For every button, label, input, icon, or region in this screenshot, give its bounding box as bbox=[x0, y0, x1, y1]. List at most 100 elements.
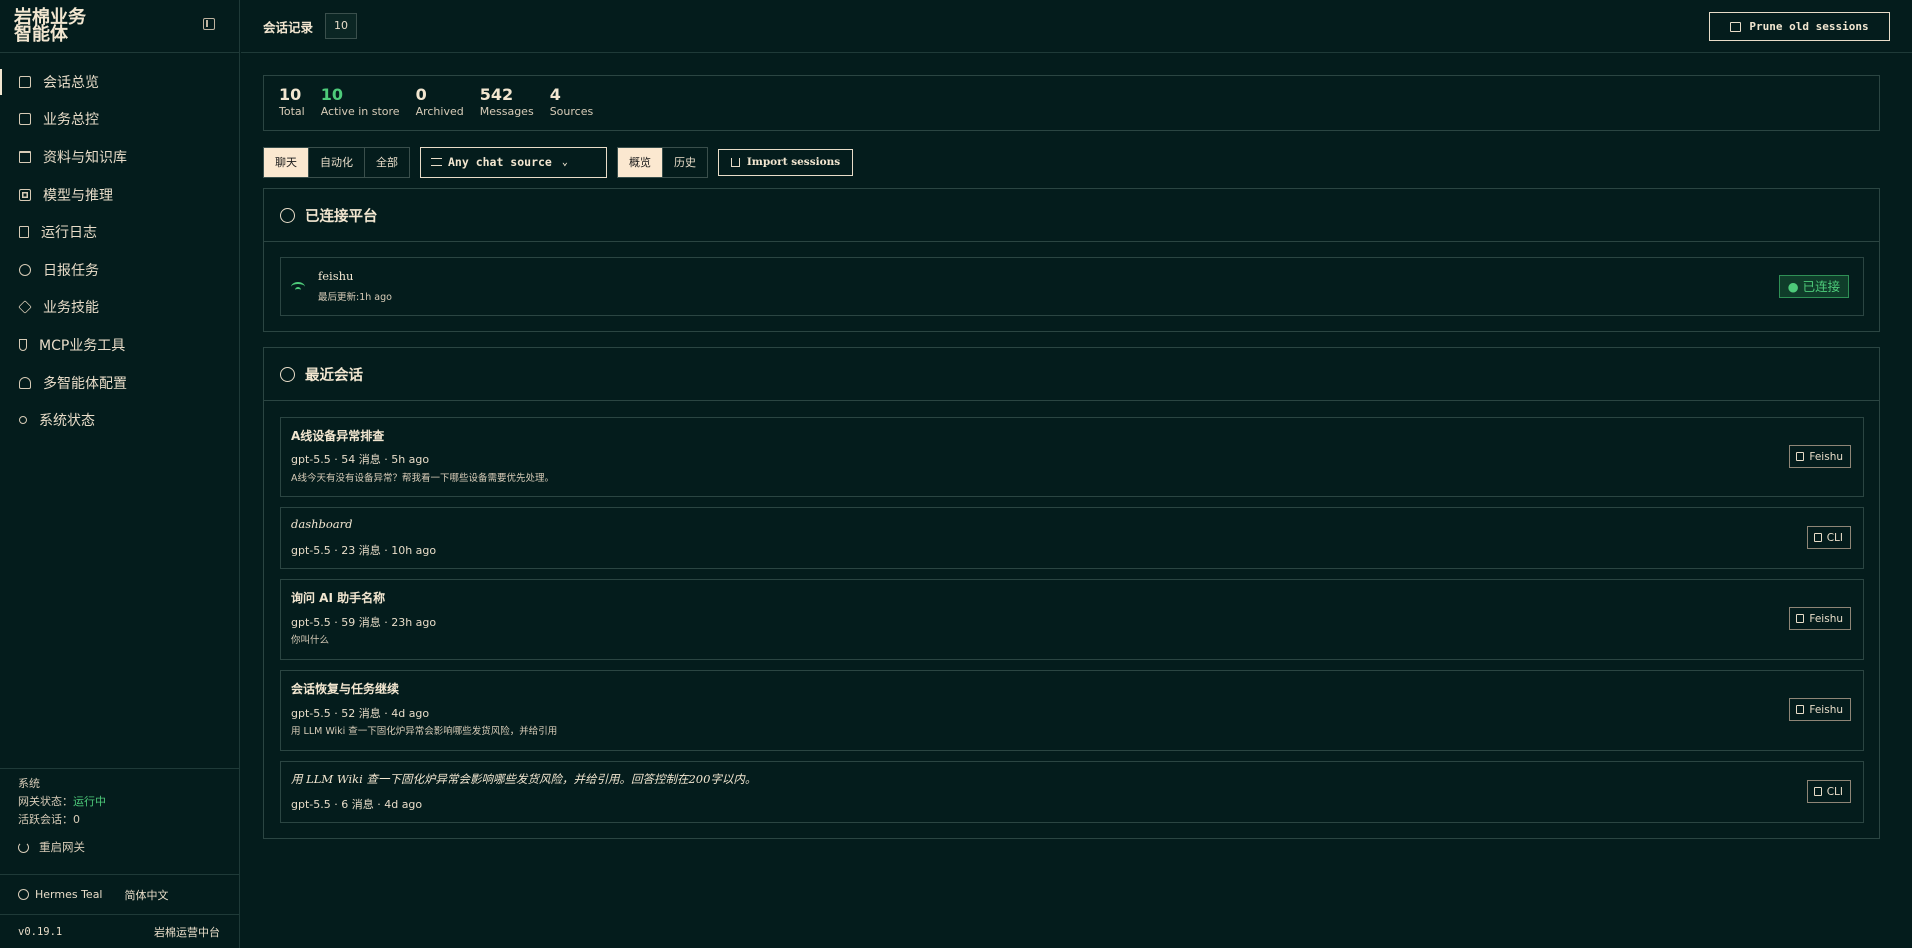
view-tabs: 概览 历史 bbox=[617, 146, 708, 178]
sidebar: 岩棉业务智能体 会话总览 业务总控 资料与知识库 模型与推理 运行日志 日报任务 bbox=[0, 0, 240, 948]
stat-label: Archived bbox=[415, 105, 464, 118]
session-title: dashboard bbox=[291, 517, 353, 531]
top-bar: 会话记录 10 Prune old sessions bbox=[241, 0, 1912, 53]
system-heading: 系统 bbox=[18, 777, 40, 790]
archive-icon bbox=[1730, 21, 1742, 32]
restart-gateway-button[interactable]: 重启网关 bbox=[18, 839, 240, 855]
session-item[interactable]: dashboard gpt-5.5 · 23 消息 · 10h ago CLI bbox=[280, 507, 1864, 569]
sidebar-item-label: 运行日志 bbox=[41, 225, 97, 242]
sidebar-item-label: 资料与知识库 bbox=[43, 149, 127, 166]
import-sessions-button[interactable]: Import sessions bbox=[718, 148, 853, 176]
sidebar-item-business-control[interactable]: 业务总控 bbox=[0, 101, 239, 139]
theme-switcher[interactable]: Hermes Teal bbox=[35, 888, 103, 901]
session-item[interactable]: 会话恢复与任务继续 gpt-5.5 · 52 消息 · 4d ago 用 LLM… bbox=[280, 670, 1864, 751]
source-label: Feishu bbox=[1809, 612, 1843, 625]
sidebar-item-label: 会话总览 bbox=[43, 74, 99, 91]
stats-bar: 10 Total 10 Active in store 0 Archived 5… bbox=[263, 75, 1880, 131]
import-sessions-label: Import sessions bbox=[746, 156, 841, 168]
tab-overview[interactable]: 概览 bbox=[618, 147, 662, 177]
session-title: 询问 AI 助手名称 bbox=[291, 591, 386, 605]
sidebar-item-label: 业务总控 bbox=[43, 112, 99, 129]
page-title: 会话记录 bbox=[263, 19, 314, 35]
filter-icon bbox=[431, 158, 442, 166]
stat-messages: 542 Messages bbox=[480, 85, 534, 130]
language-switcher[interactable]: 简体中文 bbox=[125, 887, 169, 903]
sidebar-item-skills[interactable]: 业务技能 bbox=[0, 289, 239, 327]
source-label: CLI bbox=[1826, 531, 1843, 544]
clock-icon bbox=[280, 366, 295, 382]
package-icon bbox=[18, 300, 32, 315]
wifi-icon bbox=[291, 282, 305, 292]
prune-sessions-label: Prune old sessions bbox=[1749, 20, 1869, 33]
database-icon bbox=[1796, 614, 1805, 623]
tab-automation[interactable]: 自动化 bbox=[308, 147, 364, 177]
tab-all[interactable]: 全部 bbox=[364, 147, 409, 177]
filter-toolbar: 聊天 自动化 全部 Any chat source ⌄ 概览 历史 Import… bbox=[263, 146, 1880, 178]
chevron-down-icon: ⌄ bbox=[561, 156, 568, 168]
active-sessions-label: 活跃会话： bbox=[18, 813, 73, 826]
sidebar-item-mcp-tools[interactable]: MCP业务工具 bbox=[0, 326, 239, 364]
restart-gateway-label: 重启网关 bbox=[39, 840, 85, 854]
platform-card[interactable]: feishu 最后更新:1h ago ● 已连接 bbox=[280, 257, 1864, 316]
stat-total: 10 Total bbox=[279, 85, 305, 130]
palette-icon bbox=[18, 889, 29, 900]
session-item[interactable]: 用 LLM Wiki 查一下固化炉异常会影响哪些发货风险，并给引用。回答控制在2… bbox=[280, 761, 1864, 823]
session-title: A线设备异常排查 bbox=[291, 429, 385, 443]
users-icon bbox=[19, 376, 31, 389]
gateway-status-label: 网关状态： bbox=[18, 795, 73, 808]
sidebar-item-logs[interactable]: 运行日志 bbox=[0, 213, 239, 251]
system-panel: 系统 网关状态：运行中 活跃会话：0 重启网关 bbox=[0, 768, 240, 855]
database-icon bbox=[1796, 452, 1805, 461]
message-icon bbox=[19, 75, 31, 88]
session-item[interactable]: A线设备异常排查 gpt-5.5 · 54 消息 · 5h ago A线今天有没… bbox=[280, 417, 1864, 497]
sidebar-item-models[interactable]: 模型与推理 bbox=[0, 176, 239, 214]
recent-sessions-header: 最近会话 bbox=[264, 348, 1879, 401]
collapse-sidebar-icon[interactable] bbox=[203, 18, 215, 30]
source-badge: Feishu bbox=[1789, 607, 1851, 630]
session-item[interactable]: 询问 AI 助手名称 gpt-5.5 · 59 消息 · 23h ago 你叫什… bbox=[280, 579, 1864, 660]
session-preview: 用 LLM Wiki 查一下固化炉异常会影响哪些发货风险，并给引用 bbox=[291, 726, 558, 737]
wrench-icon bbox=[19, 416, 27, 425]
session-meta: gpt-5.5 · 52 消息 · 4d ago bbox=[291, 707, 430, 720]
stat-value: 10 bbox=[279, 85, 302, 104]
refresh-icon bbox=[18, 841, 29, 853]
sidebar-item-system-status[interactable]: 系统状态 bbox=[0, 401, 239, 439]
tab-history[interactable]: 历史 bbox=[662, 147, 707, 177]
cpu-icon bbox=[19, 188, 31, 201]
sidebar-item-label: 模型与推理 bbox=[43, 187, 113, 204]
sidebar-footer-settings: Hermes Teal 简体中文 bbox=[0, 874, 240, 914]
stat-active: 10 Active in store bbox=[321, 85, 400, 130]
source-badge: Feishu bbox=[1789, 698, 1851, 721]
source-badge: CLI bbox=[1806, 526, 1851, 549]
status-badge: ● 已连接 bbox=[1779, 275, 1849, 298]
sidebar-item-knowledge[interactable]: 资料与知识库 bbox=[0, 138, 239, 176]
sidebar-item-daily-tasks[interactable]: 日报任务 bbox=[0, 251, 239, 289]
sidebar-nav: 会话总览 业务总控 资料与知识库 模型与推理 运行日志 日报任务 业务技能 MC… bbox=[0, 53, 239, 439]
recent-sessions-title: 最近会话 bbox=[305, 367, 363, 384]
sidebar-item-multi-agent[interactable]: 多智能体配置 bbox=[0, 364, 239, 402]
tab-chat[interactable]: 聊天 bbox=[264, 147, 308, 177]
sidebar-item-label: 多智能体配置 bbox=[43, 375, 127, 392]
platform-name: feishu bbox=[318, 269, 354, 283]
brand-title: 岩棉业务智能体 bbox=[14, 7, 86, 45]
file-text-icon bbox=[19, 226, 29, 239]
stat-label: Active in store bbox=[320, 105, 400, 118]
gateway-status-value: 运行中 bbox=[73, 795, 106, 808]
session-meta: gpt-5.5 · 6 消息 · 4d ago bbox=[291, 798, 423, 811]
folder-icon bbox=[19, 150, 31, 163]
version-label: v0.19.1 bbox=[18, 925, 63, 938]
session-title: 会话恢复与任务继续 bbox=[291, 682, 400, 696]
session-count-badge: 10 bbox=[325, 13, 358, 39]
connected-platforms-title: 已连接平台 bbox=[305, 208, 378, 225]
sidebar-footer-version: v0.19.1 岩棉运营中台 bbox=[0, 914, 240, 948]
upload-icon bbox=[730, 157, 740, 167]
active-sessions-value: 0 bbox=[73, 813, 80, 826]
sidebar-item-sessions[interactable]: 会话总览 bbox=[0, 63, 239, 101]
stat-sources: 4 Sources bbox=[550, 85, 594, 130]
brand: 岩棉业务智能体 bbox=[0, 0, 239, 53]
broadcast-icon bbox=[280, 207, 295, 223]
prune-sessions-button[interactable]: Prune old sessions bbox=[1709, 12, 1890, 41]
stat-value: 0 bbox=[415, 85, 427, 104]
connected-platforms-panel: 已连接平台 feishu 最后更新:1h ago ● 已连接 bbox=[263, 188, 1880, 332]
chat-source-select[interactable]: Any chat source ⌄ bbox=[420, 146, 607, 178]
